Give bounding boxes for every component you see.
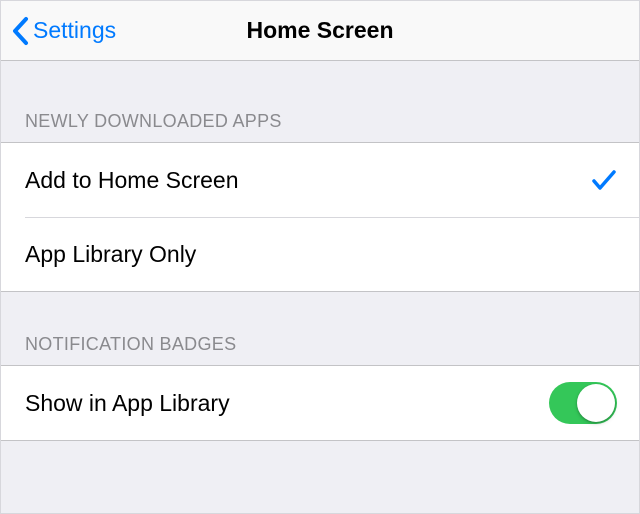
back-label: Settings: [33, 17, 116, 44]
settings-page: Settings Home Screen Newly Downloaded Ap…: [0, 0, 640, 514]
toggle-knob: [577, 384, 615, 422]
option-app-library-only[interactable]: App Library Only: [1, 217, 639, 291]
option-label: Add to Home Screen: [25, 167, 239, 194]
row-show-in-app-library[interactable]: Show in App Library: [1, 366, 639, 440]
group-notification-badges: Show in App Library: [1, 365, 639, 441]
checkmark-icon: [591, 168, 617, 192]
chevron-left-icon: [11, 16, 29, 46]
row-label: Show in App Library: [25, 390, 230, 417]
section-header-notification-badges: Notification Badges: [1, 292, 639, 365]
toggle-switch[interactable]: [549, 382, 617, 424]
group-newly-downloaded: Add to Home Screen App Library Only: [1, 142, 639, 292]
option-add-to-home-screen[interactable]: Add to Home Screen: [1, 143, 639, 217]
nav-bar: Settings Home Screen: [1, 1, 639, 61]
back-button[interactable]: Settings: [1, 16, 116, 46]
option-label: App Library Only: [25, 241, 196, 268]
section-header-newly-downloaded: Newly Downloaded Apps: [1, 61, 639, 142]
